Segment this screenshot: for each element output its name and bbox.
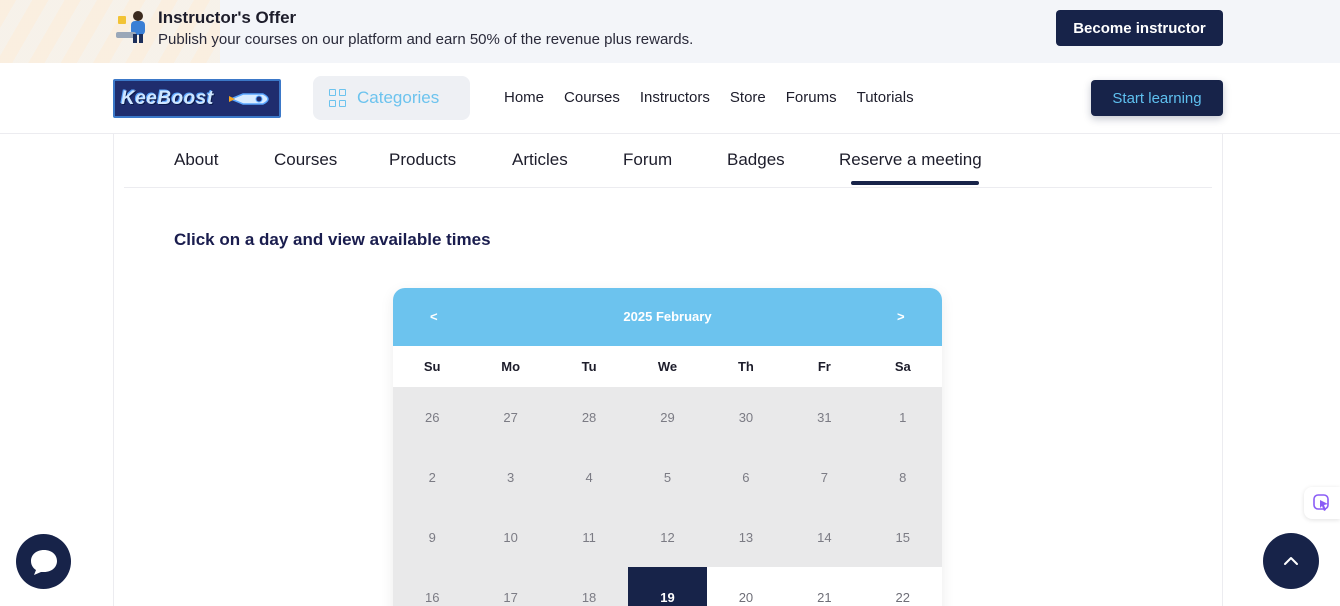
main-header: KeeBoost Categories Home Courses Instruc…: [0, 63, 1340, 134]
meeting-calendar: < 2025 February > Su Mo Tu We Th Fr Sa 2…: [393, 288, 942, 606]
calendar-days-grid: 26 27 28 29 30 31 1 2 3 4 5 6 7 8 9 10 1…: [393, 387, 942, 606]
tab-reserve-meeting[interactable]: Reserve a meeting: [839, 150, 982, 170]
nav-instructors[interactable]: Instructors: [640, 89, 710, 106]
calendar-day: 14: [785, 507, 864, 567]
chevron-up-icon: [1284, 557, 1298, 565]
calendar-day: 2: [393, 447, 472, 507]
nav-store[interactable]: Store: [730, 89, 766, 106]
active-tab-indicator: [851, 181, 979, 185]
calendar-header: < 2025 February >: [393, 288, 942, 346]
calendar-instruction: Click on a day and view available times: [174, 230, 491, 249]
calendar-day: 8: [863, 447, 942, 507]
weekday-label: Fr: [817, 359, 831, 374]
calendar-day: 7: [785, 447, 864, 507]
calendar-day: 30: [706, 387, 786, 447]
weekday-label: Tu: [581, 359, 597, 374]
calendar-month-title: 2025 February: [623, 309, 712, 324]
tab-products[interactable]: Products: [389, 150, 456, 170]
calendar-day: 28: [549, 387, 629, 447]
grid-icon: [329, 89, 347, 107]
calendar-day: 16: [393, 567, 472, 606]
categories-label: Categories: [357, 88, 440, 107]
keeboost-logo[interactable]: KeeBoost: [113, 79, 281, 118]
calendar-day: 9: [393, 507, 472, 567]
calendar-day: 27: [471, 387, 550, 447]
calendar-day-available[interactable]: 21: [785, 567, 864, 606]
rocket-icon: [229, 93, 269, 105]
tab-badges[interactable]: Badges: [727, 150, 785, 170]
tab-articles[interactable]: Articles: [512, 150, 568, 170]
start-learning-button[interactable]: Start learning: [1091, 80, 1223, 116]
calendar-day-available[interactable]: 22: [863, 567, 942, 606]
weekday-label: Sa: [894, 359, 911, 374]
accessibility-widget[interactable]: [1304, 487, 1340, 519]
weekday-label: Th: [737, 359, 754, 374]
calendar-day: 18: [549, 567, 629, 606]
calendar-day: 10: [471, 507, 550, 567]
calendar-day: 29: [628, 387, 707, 447]
calendar-day: 13: [706, 507, 786, 567]
calendar-day: 17: [471, 567, 550, 606]
weekday-label: Su: [423, 359, 441, 374]
profile-tabs: About Courses Products Articles Forum Ba…: [124, 134, 1212, 188]
logo-text: KeeBoost: [121, 88, 214, 109]
calendar-day: 31: [785, 387, 864, 447]
tab-forum[interactable]: Forum: [623, 150, 672, 170]
offer-description: Publish your courses on our platform and…: [158, 31, 694, 48]
nav-home[interactable]: Home: [504, 89, 544, 106]
calendar-day-selected[interactable]: 19: [628, 567, 707, 606]
weekday-header: Su Mo Tu We Th Fr Sa: [393, 346, 942, 387]
instructor-figure-icon: [116, 11, 145, 43]
weekday-label: Mo: [501, 359, 521, 374]
categories-button[interactable]: Categories: [313, 76, 470, 120]
nav-forums[interactable]: Forums: [786, 89, 837, 106]
cursor-pointer-icon: [1313, 494, 1329, 511]
calendar-day: 4: [549, 447, 629, 507]
calendar-day: 5: [628, 447, 707, 507]
calendar-day-available[interactable]: 20: [706, 567, 786, 606]
tab-about[interactable]: About: [174, 150, 218, 170]
nav-courses[interactable]: Courses: [564, 89, 620, 106]
chat-bubble-icon: [30, 549, 57, 575]
nav-tutorials[interactable]: Tutorials: [857, 89, 914, 106]
scroll-to-top-button[interactable]: [1263, 533, 1319, 589]
calendar-day: 12: [628, 507, 707, 567]
calendar-day: 11: [549, 507, 629, 567]
calendar-day: 26: [393, 387, 472, 447]
next-month-button[interactable]: >: [897, 309, 905, 324]
calendar-day: 1: [863, 387, 942, 447]
main-nav: Home Courses Instructors Store Forums Tu…: [504, 89, 914, 106]
offer-title: Instructor's Offer: [158, 8, 297, 27]
weekday-label: We: [657, 359, 678, 374]
chat-button[interactable]: [16, 534, 71, 589]
tab-courses[interactable]: Courses: [274, 150, 337, 170]
instructor-offer-banner: Instructor's Offer Publish your courses …: [0, 0, 1340, 63]
calendar-day: 6: [706, 447, 786, 507]
calendar-day: 3: [471, 447, 550, 507]
calendar-day: 15: [863, 507, 942, 567]
become-instructor-button[interactable]: Become instructor: [1056, 10, 1223, 46]
